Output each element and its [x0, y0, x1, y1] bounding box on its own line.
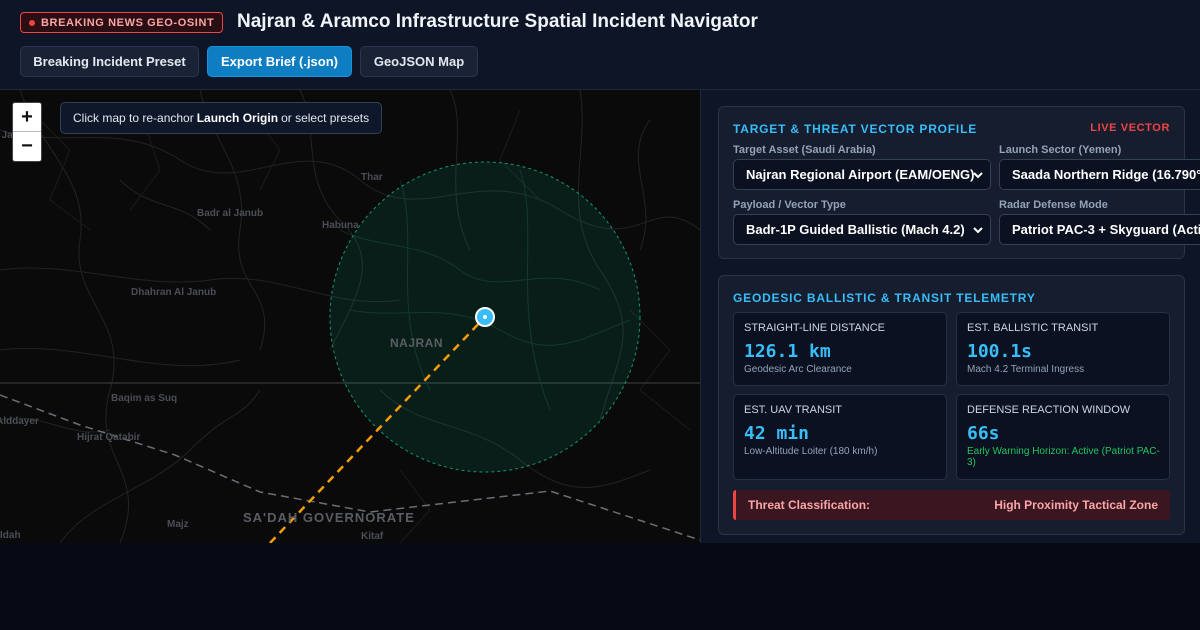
badge-label: BREAKING NEWS GEO-OSINT [41, 16, 215, 29]
uav-label: EST. UAV TRANSIT [744, 404, 843, 416]
place-label-badr: Badr al Janub [197, 208, 264, 219]
distance-metric: STRAIGHT-LINE DISTANCE 126.1 km Geodesic… [733, 312, 947, 386]
hint-suffix: or select presets [281, 111, 370, 125]
payload-label: Payload / Vector Type [733, 199, 846, 211]
radar-mode-value: Patriot PAC-3 + Skyguard (Activ [1012, 222, 1200, 237]
zoom-in-button[interactable]: + [13, 103, 41, 132]
telemetry-card: GEODESIC BALLISTIC & TRANSIT TELEMETRY S… [718, 275, 1185, 535]
chevron-down-icon [973, 172, 983, 179]
export-brief-button[interactable]: Export Brief (.json) [207, 46, 352, 77]
launch-sector-value: Saada Northern Ridge (16.790°N [1012, 167, 1200, 182]
map-hint-tooltip: Click map to re-anchor Launch Origin or … [60, 102, 383, 134]
uav-metric: EST. UAV TRANSIT 42 min Low-Altitude Loi… [733, 394, 947, 480]
zoom-control: + − [12, 102, 42, 162]
payload-value: Badr-1P Guided Ballistic (Mach 4.2) [746, 222, 965, 237]
place-label-idah: Idah [0, 530, 21, 541]
live-dot-icon [29, 19, 35, 26]
reaction-metric: DEFENSE REACTION WINDOW 66s Early Warnin… [956, 394, 1170, 480]
place-label-kitaf: Kitaf [361, 531, 384, 542]
place-label-dhahran: Dhahran Al Janub [131, 287, 217, 298]
place-label-baqim: Baqim as Suq [111, 393, 178, 404]
page-title: Najran & Aramco Infrastructure Spatial I… [237, 11, 758, 32]
target-asset-select[interactable]: Najran Regional Airport (EAM/OENG) [733, 159, 991, 190]
side-panel: TARGET & THREAT VECTOR PROFILE LIVE VECT… [700, 90, 1200, 543]
telemetry-title: GEODESIC BALLISTIC & TRANSIT TELEMETRY [733, 291, 1036, 305]
distance-sub: Geodesic Arc Clearance [744, 364, 852, 375]
reaction-value: 66s [967, 423, 1000, 444]
ballistic-label: EST. BALLISTIC TRANSIT [967, 322, 1099, 334]
profile-title: TARGET & THREAT VECTOR PROFILE [733, 122, 978, 136]
breaking-news-badge: BREAKING NEWS GEO-OSINT [20, 12, 224, 33]
hint-emphasis: Launch Origin [196, 111, 279, 125]
place-label-hijrat: Hijrat Qatabir [77, 432, 141, 443]
radar-mode-label: Radar Defense Mode [999, 199, 1108, 211]
threat-classification-label: Threat Classification: [748, 498, 871, 512]
live-vector-label: LIVE VECTOR [1090, 122, 1170, 134]
target-asset-label: Target Asset (Saudi Arabia) [733, 144, 876, 156]
launch-sector-select[interactable]: Saada Northern Ridge (16.790°N [999, 159, 1200, 190]
ballistic-metric: EST. BALLISTIC TRANSIT 100.1s Mach 4.2 T… [956, 312, 1170, 386]
threat-classification-bar: Threat Classification: High Proximity Ta… [733, 490, 1170, 520]
threat-vector-card: TARGET & THREAT VECTOR PROFILE LIVE VECT… [718, 106, 1200, 259]
place-label-saadah: SA'DAH GOVERNORATE [243, 510, 415, 525]
distance-value: 126.1 km [744, 341, 831, 362]
breaking-incident-preset-button[interactable]: Breaking Incident Preset [20, 46, 199, 77]
header-bar: BREAKING NEWS GEO-OSINT Najran & Aramco … [0, 0, 1200, 90]
launch-sector-label: Launch Sector (Yemen) [999, 144, 1122, 156]
place-label-majz: Majz [167, 519, 189, 530]
distance-label: STRAIGHT-LINE DISTANCE [744, 322, 885, 334]
place-label-najran: NAJRAN [390, 336, 444, 350]
geojson-map-button[interactable]: GeoJSON Map [360, 46, 478, 77]
hint-prefix: Click map to re-anchor [73, 111, 194, 125]
ballistic-sub: Mach 4.2 Terminal Ingress [967, 364, 1085, 375]
threat-classification-value: High Proximity Tactical Zone [994, 498, 1158, 512]
map-layer [0, 90, 700, 543]
reaction-sub: Early Warning Horizon: Active (Patriot P… [967, 446, 1160, 468]
uav-sub: Low-Altitude Loiter (180 km/h) [744, 446, 878, 457]
place-label-alddayer: Alddayer [0, 416, 39, 427]
place-label-thar: Thar [361, 172, 383, 183]
target-asset-value: Najran Regional Airport (EAM/OENG) [746, 167, 975, 182]
radar-mode-select[interactable]: Patriot PAC-3 + Skyguard (Activ [999, 214, 1200, 245]
uav-value: 42 min [744, 423, 810, 444]
payload-select[interactable]: Badr-1P Guided Ballistic (Mach 4.2) [733, 214, 991, 245]
ballistic-value: 100.1s [967, 341, 1033, 362]
place-label-habuna: Habuna [322, 220, 359, 231]
zoom-out-button[interactable]: − [13, 132, 41, 161]
reaction-label: DEFENSE REACTION WINDOW [967, 404, 1131, 416]
map-canvas[interactable]: Thar Badr al Janub Habuna Dhahran Al Jan… [0, 90, 700, 543]
chevron-down-icon [973, 227, 983, 234]
